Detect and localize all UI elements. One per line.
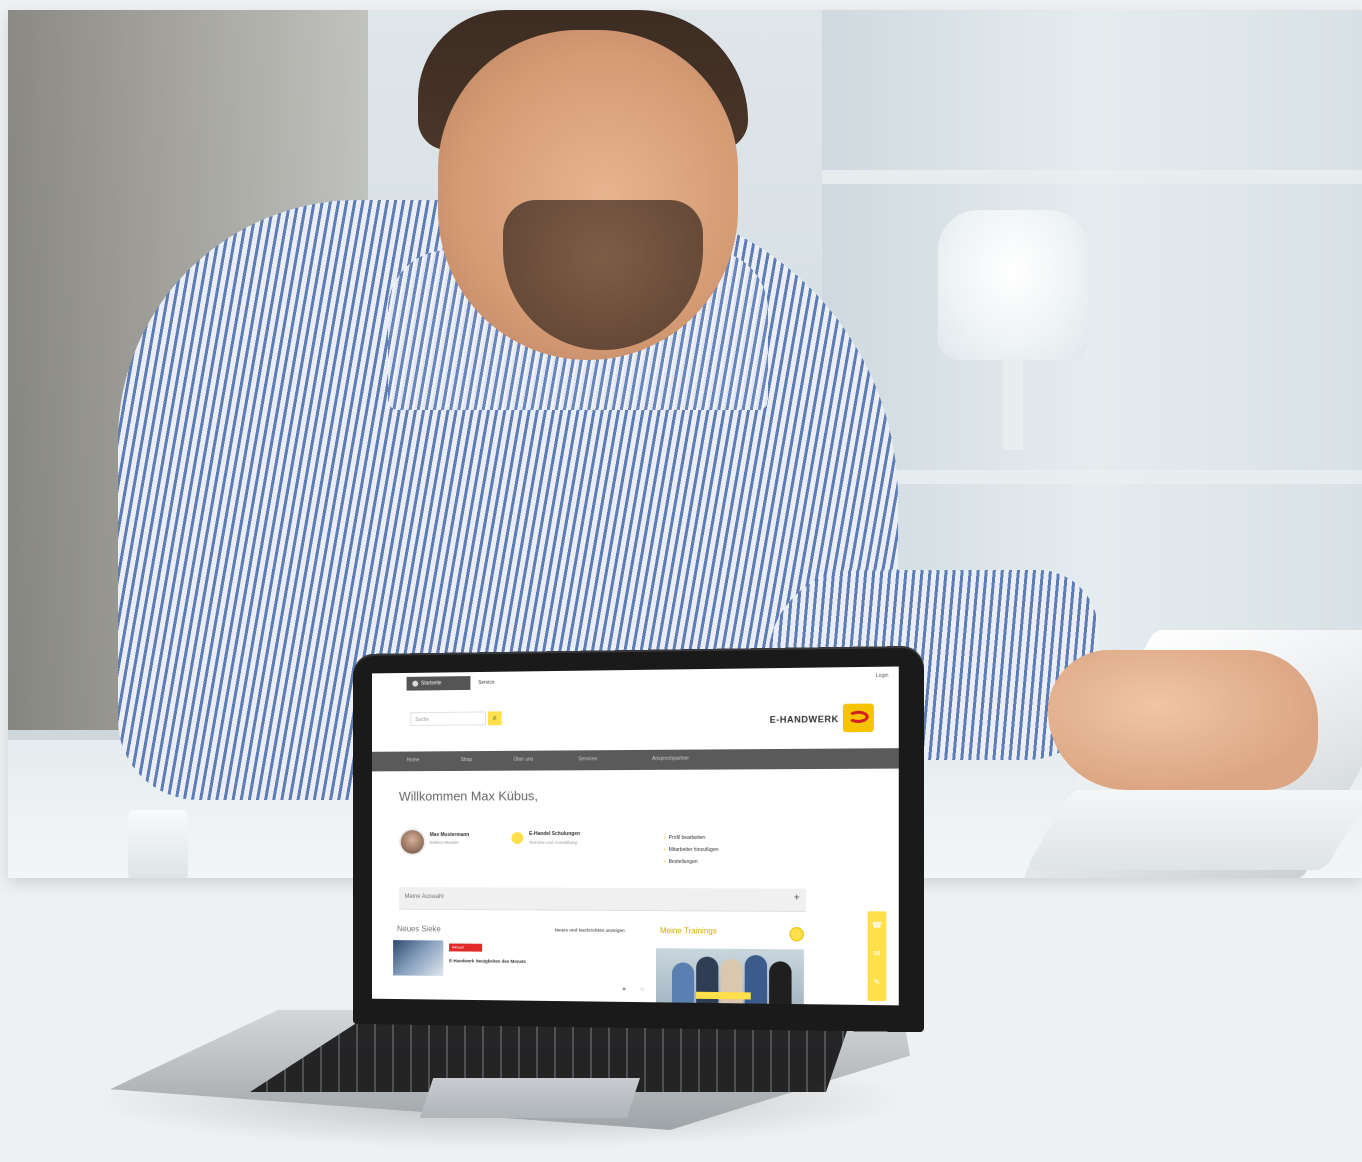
tab-startseite[interactable]: Startseite — [407, 676, 471, 691]
training-person — [672, 962, 694, 1002]
laptop-trackpad — [420, 1078, 640, 1118]
training-banner — [696, 992, 751, 1000]
laptop-lid: Startseite Service Login Suche ⌕ E-HANDW… — [353, 646, 924, 1033]
chat-icon[interactable]: ✎ — [868, 968, 887, 997]
intro-text — [399, 810, 755, 811]
news-all-link[interactable]: Neues und Nachrichten anzeigen — [555, 927, 625, 932]
trainings-heading: Meine Trainings — [660, 926, 717, 935]
training-person — [769, 961, 791, 1004]
home-icon — [412, 680, 418, 686]
accordion-label: Meine Auswahl — [405, 894, 444, 900]
laptop-screen: Startseite Service Login Suche ⌕ E-HANDW… — [372, 666, 899, 1005]
search-input[interactable]: Suche — [410, 711, 486, 726]
phone-icon[interactable]: ☎ — [868, 911, 887, 940]
nav-item-about[interactable]: Über uns — [513, 757, 533, 763]
quicklink-profile[interactable]: Profil bearbeiten — [664, 832, 719, 844]
e-handwerk-logo-icon[interactable] — [843, 704, 874, 733]
nav-item-contacts[interactable]: Ansprechpartner — [652, 756, 689, 762]
desk-lamp-stem — [1003, 360, 1023, 450]
notice-subtitle: Termine und Anmeldung — [529, 840, 577, 845]
login-link[interactable]: Login — [876, 673, 889, 679]
typing-hand — [1048, 650, 1318, 790]
desk-lamp — [938, 210, 1088, 360]
nav-item-home[interactable]: Home — [407, 757, 420, 763]
notice-title[interactable]: E-Handel Schulungen — [529, 831, 580, 837]
search-button[interactable]: ⌕ — [488, 711, 502, 725]
avatar[interactable] — [399, 828, 426, 856]
news-heading: Neues Sieke — [397, 924, 441, 933]
news-title[interactable]: E-Handwerk Neuigkeiten des Monats — [449, 958, 526, 964]
news-pager[interactable]: ● ○ — [622, 986, 650, 993]
side-contact-bar: ☎ ✉ ✎ — [868, 911, 887, 1001]
header-search-row: Suche ⌕ E-HANDWERK — [372, 687, 899, 752]
drinking-glass — [128, 810, 188, 878]
notice-icon — [511, 832, 523, 844]
shelf-board — [822, 170, 1362, 184]
news-badge: Aktuell — [449, 943, 482, 951]
quicklink-add-employee[interactable]: Mitarbeiter hinzufügen — [664, 844, 719, 856]
background-keyboard — [1025, 790, 1362, 870]
site-logo-text[interactable]: E-HANDWERK — [770, 714, 839, 725]
plus-icon[interactable]: + — [794, 893, 800, 904]
quicklink-orders[interactable]: Bestellungen — [664, 856, 719, 868]
tab-service[interactable]: Service — [472, 676, 500, 690]
trainings-image[interactable] — [656, 948, 804, 1004]
profile-name: Max Mustermann — [430, 832, 470, 838]
nav-item-shop[interactable]: Shop — [461, 757, 472, 763]
selection-accordion[interactable]: Meine Auswahl + — [399, 887, 806, 912]
main-navigation: Home Shop Über uns Services Ansprechpart… — [372, 748, 899, 771]
mail-icon[interactable]: ✉ — [868, 940, 887, 969]
search-icon: ⌕ — [493, 713, 497, 722]
trainings-icon[interactable] — [790, 927, 804, 941]
news-thumbnail[interactable] — [393, 940, 443, 976]
profile-summary: Max Mustermann Elektro-Meister E-Handel … — [399, 828, 868, 877]
profile-role: Elektro-Meister — [430, 840, 459, 845]
quicklinks: Profil bearbeiten Mitarbeiter hinzufügen… — [664, 832, 719, 868]
shelf-board — [822, 470, 1362, 484]
nav-item-services[interactable]: Services — [578, 756, 597, 762]
welcome-heading: Willkommen Max Kübus, — [399, 788, 538, 803]
